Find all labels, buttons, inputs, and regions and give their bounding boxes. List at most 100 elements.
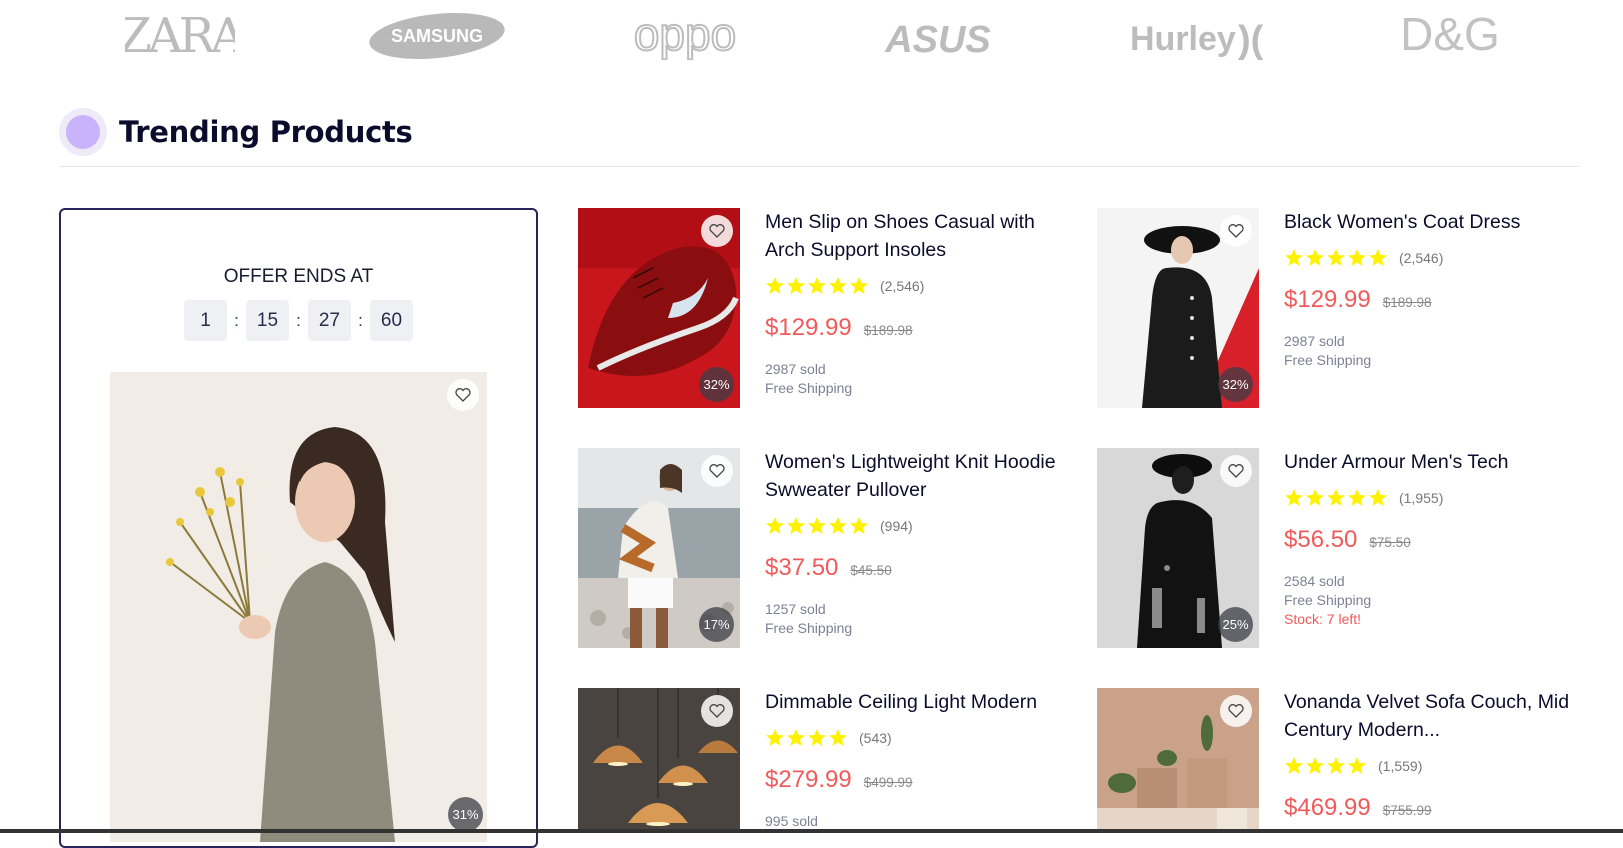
sold-count: 2987 sold bbox=[765, 361, 826, 377]
star-icon bbox=[850, 277, 868, 294]
svg-text:oppo: oppo bbox=[634, 10, 736, 60]
timer-separator: : bbox=[296, 310, 301, 330]
product-price: $129.99 bbox=[765, 314, 852, 341]
countdown-timer: 1 : 15 : 27 : 60 bbox=[61, 300, 536, 341]
sold-count: 2987 sold bbox=[1284, 333, 1345, 349]
svg-text:Hurley: Hurley bbox=[1130, 20, 1236, 58]
product-card[interactable]: 17% Women's Lightweight Knit Hoodie Swwe… bbox=[578, 448, 1078, 648]
review-count: (2,546) bbox=[1399, 250, 1444, 266]
star-icon bbox=[808, 277, 826, 294]
shipping-info: Free Shipping bbox=[1284, 352, 1372, 368]
product-image[interactable]: 32% bbox=[1097, 208, 1259, 408]
timer-separator: : bbox=[234, 310, 239, 330]
discount-badge: 17% bbox=[699, 607, 734, 642]
stock-warning: Stock: 7 left! bbox=[1284, 611, 1362, 627]
wishlist-heart-icon[interactable] bbox=[447, 379, 479, 411]
product-rating: (1,559) bbox=[1284, 754, 1584, 778]
product-rating: (543) bbox=[765, 726, 1065, 750]
star-icon bbox=[766, 729, 784, 746]
wishlist-heart-icon[interactable] bbox=[701, 215, 733, 247]
product-card[interactable]: 32% Black Women's Coat Dress (2,546) $12… bbox=[1097, 208, 1597, 408]
product-card[interactable]: Vonanda Velvet Sofa Couch, Mid Century M… bbox=[1097, 688, 1597, 829]
star-icon bbox=[766, 517, 784, 534]
review-count: (2,546) bbox=[880, 278, 925, 294]
product-name[interactable]: Dimmable Ceiling Light Modern bbox=[765, 688, 1065, 716]
star-icon bbox=[787, 517, 805, 534]
timer-seconds: 60 bbox=[370, 300, 413, 341]
timer-days: 1 bbox=[184, 300, 227, 341]
product-image[interactable]: 17% bbox=[578, 448, 740, 648]
product-old-price: $189.98 bbox=[1382, 295, 1432, 310]
svg-text:SAMSUNG: SAMSUNG bbox=[391, 26, 483, 46]
star-icon bbox=[850, 517, 868, 534]
product-price: $56.50 bbox=[1284, 526, 1358, 553]
brand-logo-oppo[interactable]: oppo bbox=[610, 8, 760, 62]
section-divider bbox=[59, 166, 1579, 167]
product-old-price: $45.50 bbox=[850, 563, 892, 578]
star-icon bbox=[1327, 757, 1345, 774]
sold-count: 995 sold bbox=[765, 813, 818, 829]
star-icon bbox=[787, 277, 805, 294]
product-info: Women's Lightweight Knit Hoodie Swweater… bbox=[765, 448, 1065, 638]
product-image[interactable]: 32% bbox=[578, 208, 740, 408]
rating-stars bbox=[765, 276, 870, 296]
product-image[interactable] bbox=[1097, 688, 1259, 829]
star-icon bbox=[766, 277, 784, 294]
review-count: (1,559) bbox=[1378, 758, 1423, 774]
offer-product-image[interactable]: 31% bbox=[110, 372, 487, 842]
discount-badge: 25% bbox=[1218, 607, 1253, 642]
product-old-price: $189.98 bbox=[863, 323, 913, 338]
brand-logo-dg[interactable]: D&G bbox=[1390, 8, 1510, 62]
section-header: Trending Products bbox=[59, 108, 1579, 168]
rating-stars bbox=[765, 516, 870, 536]
product-info: Men Slip on Shoes Casual with Arch Suppo… bbox=[765, 208, 1065, 398]
star-icon bbox=[829, 729, 847, 746]
offer-card[interactable]: OFFER ENDS AT 1 : 15 : 27 : 60 31% bbox=[59, 208, 538, 848]
brand-logo-samsung[interactable]: SAMSUNG bbox=[362, 8, 512, 62]
product-name[interactable]: Men Slip on Shoes Casual with Arch Suppo… bbox=[765, 208, 1065, 264]
brand-logo-hurley[interactable]: Hurley)( bbox=[1122, 8, 1272, 62]
product-info: Black Women's Coat Dress (2,546) $129.99… bbox=[1284, 208, 1584, 370]
wishlist-heart-icon[interactable] bbox=[701, 695, 733, 727]
product-old-price: $75.50 bbox=[1369, 535, 1411, 550]
wishlist-heart-icon[interactable] bbox=[701, 455, 733, 487]
brand-logo-zara[interactable]: ZARA bbox=[120, 8, 240, 62]
wishlist-heart-icon[interactable] bbox=[1220, 215, 1252, 247]
product-card[interactable]: Dimmable Ceiling Light Modern (543) $279… bbox=[578, 688, 1078, 829]
product-rating: (1,955) bbox=[1284, 486, 1584, 510]
timer-separator: : bbox=[358, 310, 363, 330]
product-image[interactable]: 25% bbox=[1097, 448, 1259, 648]
product-name[interactable]: Women's Lightweight Knit Hoodie Swweater… bbox=[765, 448, 1065, 504]
sold-count: 1257 sold bbox=[765, 601, 826, 617]
product-price: $469.99 bbox=[1284, 794, 1371, 821]
review-count: (543) bbox=[859, 730, 892, 746]
brand-logo-asus[interactable]: ASUS bbox=[873, 8, 1003, 62]
timer-minutes: 27 bbox=[308, 300, 351, 341]
product-name[interactable]: Vonanda Velvet Sofa Couch, Mid Century M… bbox=[1284, 688, 1584, 744]
star-icon bbox=[1369, 249, 1387, 266]
offer-title: OFFER ENDS AT bbox=[223, 266, 374, 287]
star-icon bbox=[787, 729, 805, 746]
product-card[interactable]: 32% Men Slip on Shoes Casual with Arch S… bbox=[578, 208, 1078, 408]
svg-text:D&G: D&G bbox=[1400, 8, 1500, 60]
product-name[interactable]: Black Women's Coat Dress bbox=[1284, 208, 1584, 236]
window-bottom-edge bbox=[0, 829, 1623, 833]
section-title: Trending Products bbox=[119, 115, 413, 149]
product-name[interactable]: Under Armour Men's Tech bbox=[1284, 448, 1584, 476]
product-image[interactable] bbox=[578, 688, 740, 829]
star-icon bbox=[1348, 249, 1366, 266]
rating-stars bbox=[1284, 488, 1389, 508]
star-icon bbox=[1285, 757, 1303, 774]
star-icon bbox=[1285, 249, 1303, 266]
wishlist-heart-icon[interactable] bbox=[1220, 455, 1252, 487]
star-icon bbox=[1348, 757, 1366, 774]
star-icon bbox=[1306, 489, 1324, 506]
discount-badge: 31% bbox=[448, 797, 483, 832]
product-card[interactable]: 25% Under Armour Men's Tech (1,955) $56.… bbox=[1097, 448, 1597, 648]
shipping-info: Free Shipping bbox=[1284, 592, 1372, 608]
star-icon bbox=[829, 517, 847, 534]
timer-hours: 15 bbox=[246, 300, 289, 341]
product-old-price: $755.99 bbox=[1382, 803, 1432, 818]
wishlist-heart-icon[interactable] bbox=[1220, 695, 1252, 727]
product-info: Vonanda Velvet Sofa Couch, Mid Century M… bbox=[1284, 688, 1584, 822]
